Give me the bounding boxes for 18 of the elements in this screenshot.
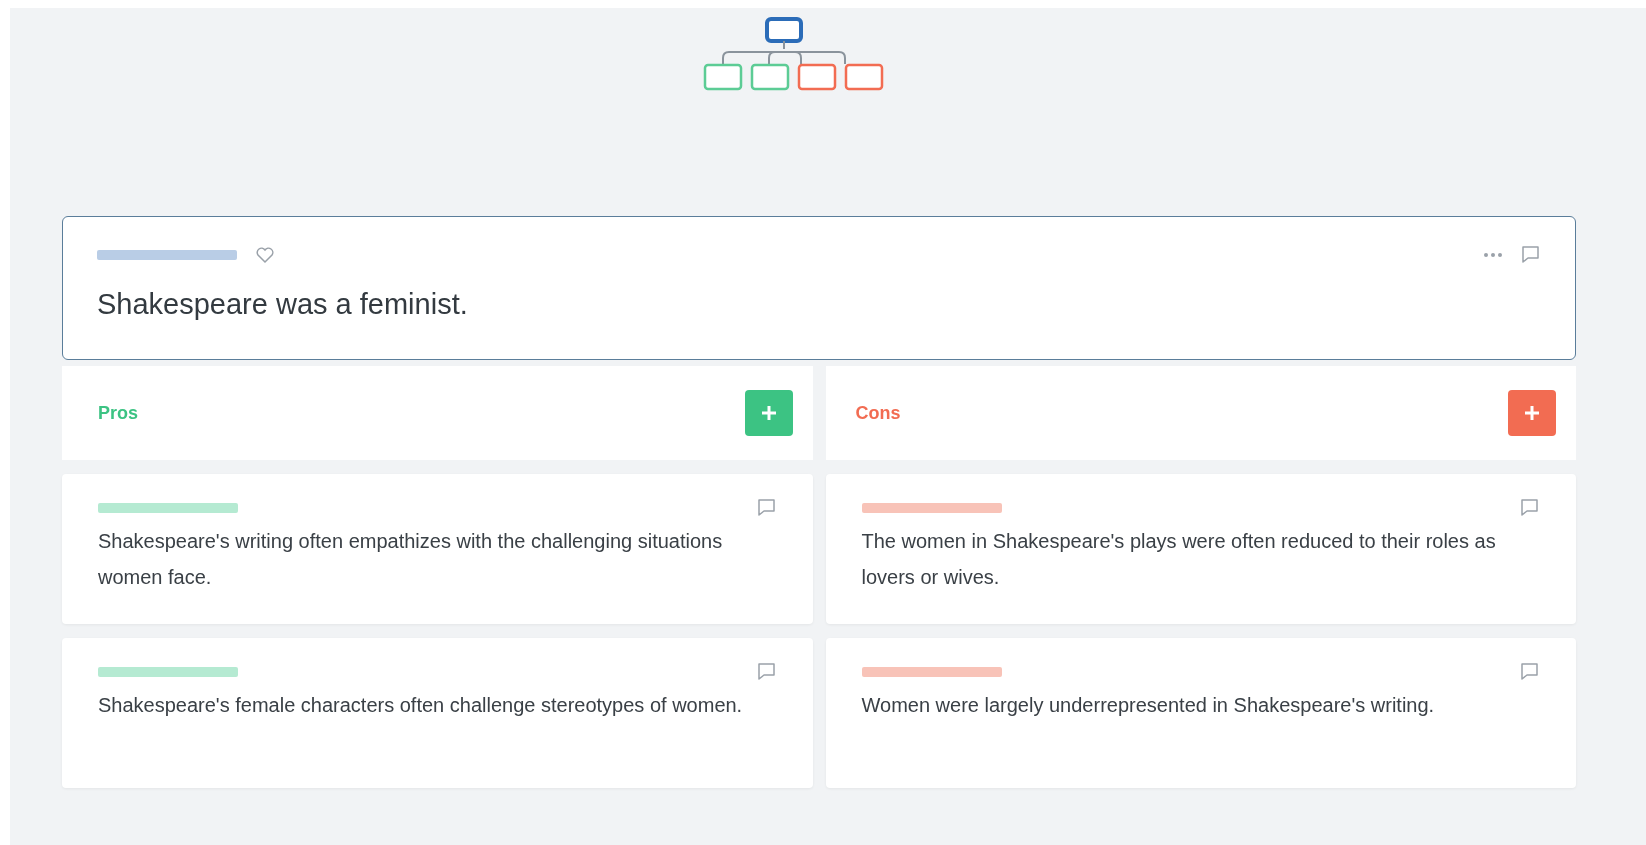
plus-icon [1523, 404, 1541, 422]
comment-icon[interactable] [1520, 498, 1540, 517]
add-button[interactable] [1508, 390, 1556, 436]
comment-icon[interactable] [756, 498, 777, 517]
add-button[interactable] [744, 390, 793, 436]
more-icon[interactable] [1483, 250, 1503, 259]
column-title: Pros [98, 402, 139, 424]
argument-text: Women were largely underrepresented in Shakespeare's writing. [861, 693, 1436, 718]
argument-text: Shakespeare's writing often empathizes with the challenging situations women face. [98, 529, 724, 590]
heart-icon[interactable] [255, 245, 275, 264]
comment-icon[interactable] [1520, 662, 1540, 681]
comment-icon[interactable] [756, 662, 777, 681]
argument-text: Shakespeare's female characters often challenge stereotypes of women. [98, 693, 744, 718]
column-title: Cons [855, 402, 901, 424]
comment-icon[interactable] [1521, 245, 1541, 264]
argument-text: The women in Shakespeare's plays were often reduced to their roles as lovers or wives. [861, 529, 1497, 590]
claim-text: Shakespeare was a feminist. [97, 288, 469, 321]
plus-icon [759, 404, 778, 422]
